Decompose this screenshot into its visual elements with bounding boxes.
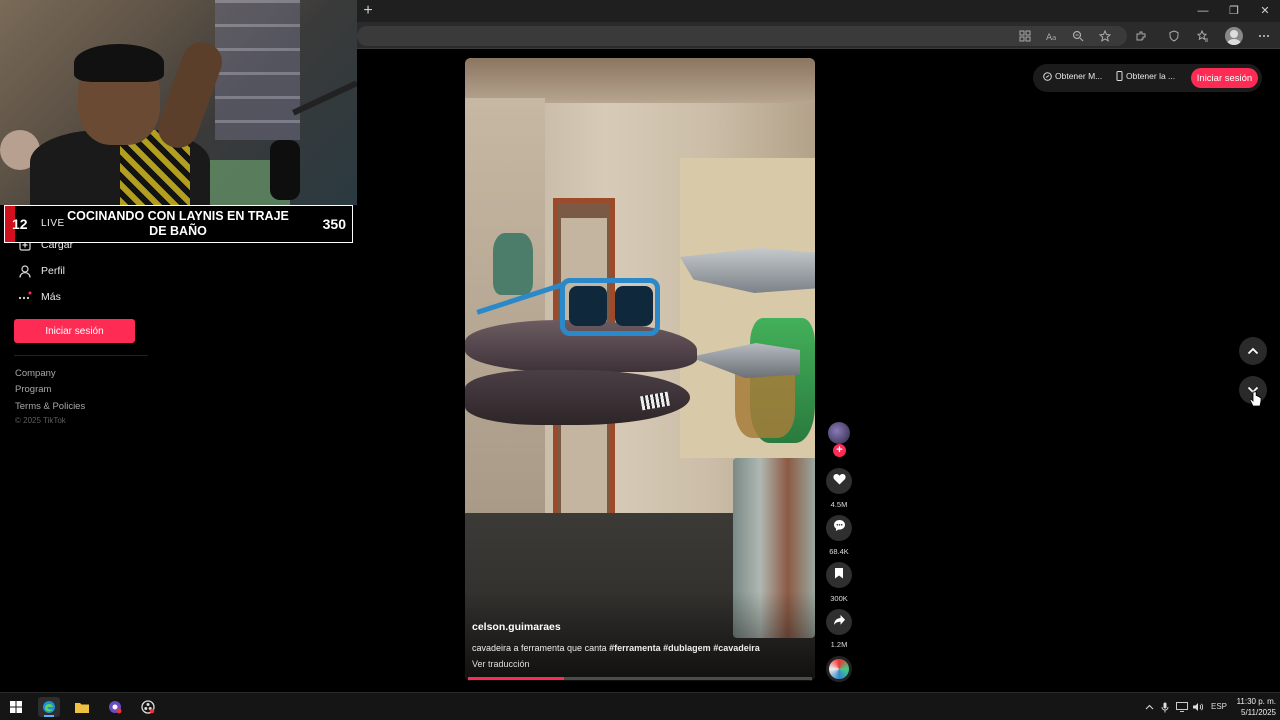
banner-viewer-badge: 12 — [12, 216, 28, 232]
profile-avatar[interactable] — [1225, 27, 1243, 45]
music-disc-icon[interactable] — [826, 656, 852, 682]
header-login-button[interactable]: Iniciar sesión — [1191, 68, 1258, 88]
share-button[interactable] — [826, 609, 852, 635]
app-icon — [1043, 71, 1052, 81]
screen: + — ❐ ✕ Aa Cargar Perfil Más Iniciar ses… — [0, 0, 1280, 720]
apps-icon[interactable] — [1016, 27, 1034, 45]
url-field[interactable] — [357, 26, 1127, 46]
browser-essentials-icon[interactable] — [1165, 27, 1183, 45]
mic-arm — [292, 80, 357, 116]
get-app-label: Obtener M... — [1055, 71, 1103, 81]
hashtag-link[interactable]: #dublagem — [663, 643, 711, 653]
get-desktop-app-button[interactable]: Obtener la ... — [1116, 71, 1175, 81]
video-progress-bar[interactable] — [468, 677, 812, 680]
video-scene-bag — [493, 233, 533, 295]
language-indicator[interactable]: ESP — [1211, 702, 1227, 711]
zoom-out-icon[interactable] — [1069, 27, 1087, 45]
video-username[interactable]: celson.guimaraes — [472, 621, 561, 633]
streamer-hair — [74, 44, 164, 82]
network-icon[interactable] — [1175, 697, 1189, 717]
top-right-actions: Obtener M... Obtener la ... Iniciar sesi… — [1033, 64, 1262, 92]
banner-live-label: LIVE — [41, 218, 65, 229]
tray-chevron-up-icon[interactable] — [1142, 697, 1156, 717]
chevron-up-icon — [1247, 342, 1259, 360]
more-options-icon[interactable] — [1255, 27, 1273, 45]
video-scene-ceiling — [465, 58, 815, 103]
share-arrow-icon — [833, 613, 846, 631]
comment-button[interactable] — [826, 515, 852, 541]
sidebar-item-profile[interactable]: Perfil — [17, 262, 65, 280]
edge-browser-icon[interactable] — [38, 697, 60, 717]
favorites-icon[interactable] — [1194, 27, 1212, 45]
copyright-text: © 2025 TikTok — [15, 416, 66, 425]
restore-button[interactable]: ❐ — [1219, 2, 1249, 20]
sidebar-divider — [14, 355, 148, 356]
video-scene-lens-left — [569, 286, 607, 326]
svg-text:a: a — [1052, 34, 1056, 42]
like-button[interactable] — [826, 468, 852, 494]
video-scene-left-wall — [465, 98, 545, 518]
phone-icon — [1116, 71, 1123, 81]
sidebar-item-more[interactable]: Más — [17, 288, 61, 306]
video-scene-lens-right — [615, 286, 653, 326]
follow-button[interactable]: + — [833, 444, 846, 457]
clock-time: 11:30 p. m. — [1236, 697, 1276, 706]
comment-icon — [833, 519, 846, 537]
mouse-cursor-icon — [1249, 391, 1263, 409]
save-button[interactable] — [826, 562, 852, 588]
stream-title-banner: 12 LIVE COCINANDO CON LAYNIS EN TRAJE DE… — [4, 205, 353, 243]
previous-video-button[interactable] — [1239, 337, 1267, 365]
caption-text: cavadeira a ferramenta que canta — [472, 643, 607, 653]
minimize-button[interactable]: — — [1188, 2, 1218, 20]
footer-link-company[interactable]: Company — [15, 368, 56, 379]
heart-icon — [832, 472, 846, 490]
obs-icon[interactable] — [137, 697, 159, 717]
app-icon-purple[interactable] — [104, 697, 126, 717]
webcam-shelf — [215, 0, 300, 140]
footer-link-program[interactable]: Program — [15, 384, 51, 395]
sidebar-item-label: Perfil — [41, 265, 65, 277]
profile-icon — [17, 264, 33, 278]
creator-avatar[interactable] — [828, 422, 850, 444]
windows-taskbar: ESP 11:30 p. m. 5/11/2025 — [0, 692, 1280, 720]
extensions-icon[interactable] — [1132, 27, 1150, 45]
translate-link[interactable]: Ver traducción — [472, 659, 530, 669]
share-count: 1.2M — [830, 640, 848, 649]
footer-link-terms[interactable]: Terms & Policies — [15, 401, 85, 412]
save-count: 300K — [830, 594, 848, 603]
sidebar-login-button[interactable]: Iniciar sesión — [14, 319, 135, 343]
video-player[interactable]: celson.guimaraes cavadeira a ferramenta … — [465, 58, 815, 681]
get-app-button[interactable]: Obtener M... — [1043, 71, 1102, 81]
more-dots-icon — [17, 290, 33, 304]
get-desktop-label: Obtener la ... — [1126, 71, 1176, 81]
bookmark-icon — [834, 566, 844, 584]
banner-stream-title: COCINANDO CON LAYNIS EN TRAJE DE BAÑO — [67, 209, 289, 238]
sidebar-item-label: Más — [41, 291, 61, 303]
new-tab-button[interactable]: + — [360, 2, 376, 20]
comment-count: 68.4K — [829, 547, 849, 556]
volume-icon[interactable] — [1191, 697, 1205, 717]
hashtag-link[interactable]: #ferramenta — [609, 643, 661, 653]
webcam-overlay — [0, 0, 357, 205]
file-explorer-icon[interactable] — [71, 697, 93, 717]
windows-start-icon[interactable] — [5, 697, 27, 717]
favorite-star-icon[interactable] — [1096, 27, 1114, 45]
microphone — [270, 140, 300, 200]
clock-date: 5/11/2025 — [1241, 708, 1276, 717]
video-caption: cavadeira a ferramenta que canta #ferram… — [472, 643, 760, 653]
hashtag-link[interactable]: #cavadeira — [713, 643, 760, 653]
like-count: 4.5M — [830, 500, 848, 509]
banner-count: 350 — [322, 216, 346, 232]
system-clock[interactable]: 11:30 p. m. 5/11/2025 — [1232, 696, 1276, 718]
video-progress-fill — [468, 677, 565, 680]
read-aloud-icon[interactable]: Aa — [1043, 27, 1061, 45]
microphone-tray-icon[interactable] — [1158, 697, 1172, 717]
close-button[interactable]: ✕ — [1250, 2, 1280, 20]
